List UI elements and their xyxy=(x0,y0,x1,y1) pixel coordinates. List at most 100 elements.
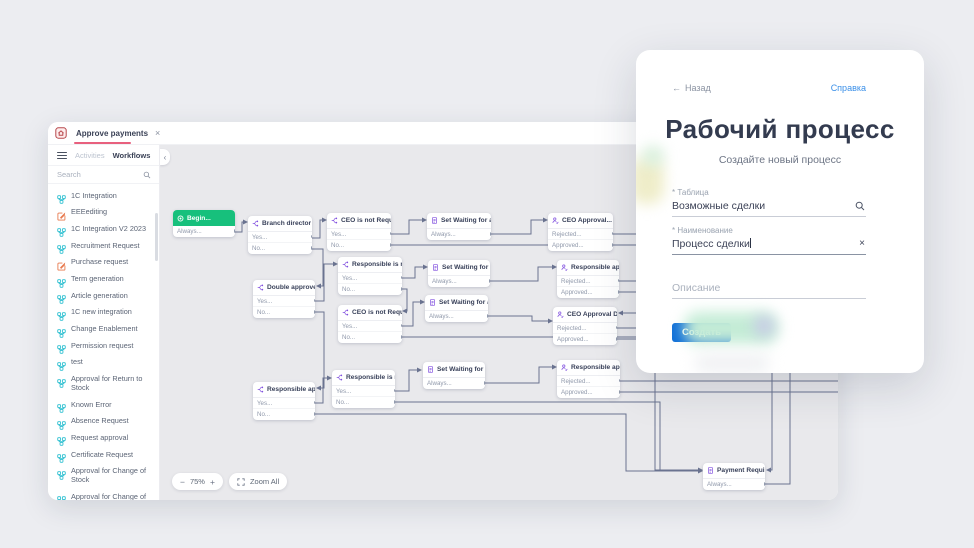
node-output-row[interactable]: Yes... xyxy=(332,386,395,397)
workflow-node[interactable]: Set Waiting for a...Always... xyxy=(423,362,485,389)
node-output-row[interactable]: Rejected... xyxy=(548,229,613,240)
node-output-row[interactable]: No... xyxy=(338,284,402,295)
table-search-icon[interactable] xyxy=(855,201,865,211)
sidebar-item[interactable]: Request approval xyxy=(48,429,159,447)
node-output-row[interactable]: Yes... xyxy=(327,229,391,240)
zoom-in-button[interactable]: + xyxy=(210,477,215,487)
node-output-row[interactable]: Always... xyxy=(173,226,235,237)
workflow-node[interactable]: Responsible is no...Yes...No... xyxy=(332,370,395,408)
node-output-row[interactable]: Approved... xyxy=(553,334,617,345)
output-port[interactable] xyxy=(618,390,620,394)
sidebar-item[interactable]: Approval for Change of Responsible xyxy=(48,488,159,500)
sidebar-item[interactable]: Certificate Request xyxy=(48,446,159,463)
node-output-row[interactable]: No... xyxy=(327,240,391,251)
sidebar-item[interactable]: Known Error xyxy=(48,396,159,413)
node-output-row[interactable]: Yes... xyxy=(248,232,312,243)
output-port[interactable] xyxy=(615,337,617,341)
node-output-row[interactable]: No... xyxy=(253,409,315,420)
output-port[interactable] xyxy=(617,278,619,282)
output-port[interactable] xyxy=(611,243,613,247)
sidebar-item[interactable]: 1C Integration V2 2023 xyxy=(48,220,159,238)
tab-activities[interactable]: Activities xyxy=(75,151,105,160)
node-output-row[interactable]: No... xyxy=(338,332,402,343)
sidebar-item[interactable]: Purchase request xyxy=(48,254,159,271)
node-output-row[interactable]: Always... xyxy=(703,479,765,490)
node-output-row[interactable]: Rejected... xyxy=(553,323,617,334)
workflow-node[interactable]: Responsible appr...Rejected...Approved..… xyxy=(557,260,619,298)
sidebar-item[interactable]: Term generation xyxy=(48,270,159,288)
workflow-node[interactable]: CEO Approval... Rejected... Approved... xyxy=(548,213,613,251)
sidebar-item[interactable]: Absence Request xyxy=(48,413,159,430)
output-port[interactable] xyxy=(617,290,619,294)
sidebar-item[interactable]: 1C new integration xyxy=(48,304,159,321)
output-port[interactable] xyxy=(393,400,395,404)
output-port[interactable] xyxy=(400,275,402,279)
node-output-row[interactable]: Yes... xyxy=(253,398,315,409)
sidebar-item[interactable]: Approval for Return to Stock xyxy=(48,371,159,396)
output-port[interactable] xyxy=(763,482,765,486)
tab-approve-payments[interactable]: Approve payments × xyxy=(74,122,170,144)
output-port[interactable] xyxy=(233,229,235,233)
output-port[interactable] xyxy=(400,335,402,339)
output-port[interactable] xyxy=(389,231,391,235)
help-link[interactable]: Справка xyxy=(831,83,866,93)
output-port[interactable] xyxy=(611,231,613,235)
output-port[interactable] xyxy=(400,323,402,327)
node-output-row[interactable]: No... xyxy=(248,243,312,254)
workflow-node[interactable]: Double approve...Yes...No... xyxy=(253,280,315,318)
workflow-node[interactable]: CEO Approval Do...Rejected...Approved... xyxy=(553,307,617,345)
zoom-out-button[interactable]: − xyxy=(180,477,185,487)
node-output-row[interactable]: Approved... xyxy=(548,240,613,251)
search-input[interactable]: Search xyxy=(48,165,159,184)
menu-icon[interactable] xyxy=(57,151,67,160)
sidebar-item[interactable]: Change Enablement xyxy=(48,321,159,338)
node-output-row[interactable]: Rejected... xyxy=(557,276,619,287)
workflow-node[interactable]: Set Waiting for a...Always... xyxy=(425,295,488,322)
table-input[interactable]: Возможные сделки xyxy=(672,197,866,217)
sidebar-item[interactable]: EEEediting xyxy=(48,204,159,221)
sidebar-item[interactable]: test xyxy=(48,354,159,371)
workflow-node[interactable]: Responsible is no...Yes...No... xyxy=(338,257,402,295)
output-port[interactable] xyxy=(310,246,312,250)
node-output-row[interactable]: No... xyxy=(253,307,315,318)
back-link[interactable]: ← Назад xyxy=(672,83,711,93)
node-output-row[interactable]: Always... xyxy=(428,276,490,287)
workflow-node[interactable]: Begin... Always... xyxy=(173,210,235,237)
name-input[interactable]: Процесс сделки × xyxy=(672,235,866,255)
node-output-row[interactable]: Yes... xyxy=(338,273,402,284)
output-port[interactable] xyxy=(615,325,617,329)
output-port[interactable] xyxy=(486,314,488,318)
node-output-row[interactable]: No... xyxy=(332,397,395,408)
output-port[interactable] xyxy=(393,388,395,392)
output-port[interactable] xyxy=(313,310,315,314)
output-port[interactable] xyxy=(489,232,491,236)
output-port[interactable] xyxy=(618,378,620,382)
sidebar-scrollbar[interactable] xyxy=(155,213,158,261)
node-output-row[interactable]: Always... xyxy=(423,378,485,389)
output-port[interactable] xyxy=(310,234,312,238)
node-output-row[interactable]: Approved... xyxy=(557,387,620,398)
workflow-node[interactable]: CEO is not Reque...Yes...No... xyxy=(327,213,391,251)
sidebar-item[interactable]: Approval for Change of Stock xyxy=(48,463,159,488)
node-output-row[interactable]: Yes... xyxy=(338,321,402,332)
node-output-row[interactable]: Rejected... xyxy=(557,376,620,387)
output-port[interactable] xyxy=(313,298,315,302)
sidebar-item[interactable]: Article generation xyxy=(48,287,159,304)
workflow-node[interactable]: CEO is not Reque...Yes...No... xyxy=(338,305,402,343)
output-port[interactable] xyxy=(313,400,315,404)
workflow-node[interactable]: Responsible appr...Rejected...Approved..… xyxy=(557,360,620,398)
output-port[interactable] xyxy=(483,381,485,385)
description-input[interactable]: Описание xyxy=(672,279,866,299)
workflow-node[interactable]: Payment Requi... Always... xyxy=(703,463,765,490)
node-output-row[interactable]: Approved... xyxy=(557,287,619,298)
sidebar-item[interactable]: 1C Integration xyxy=(48,187,159,204)
sidebar-item[interactable]: Permission request xyxy=(48,337,159,355)
workflow-node[interactable]: Set Waiting for a...Always... xyxy=(427,213,491,240)
sidebar-item[interactable]: Recruitment Request xyxy=(48,237,159,254)
workflow-node[interactable]: Branch director a...Yes...No... xyxy=(248,216,312,254)
output-port[interactable] xyxy=(389,243,391,247)
clear-name-icon[interactable]: × xyxy=(859,239,865,249)
output-port[interactable] xyxy=(313,412,315,416)
tab-workflows[interactable]: Workflows xyxy=(113,151,151,160)
node-output-row[interactable]: Yes... xyxy=(253,296,315,307)
